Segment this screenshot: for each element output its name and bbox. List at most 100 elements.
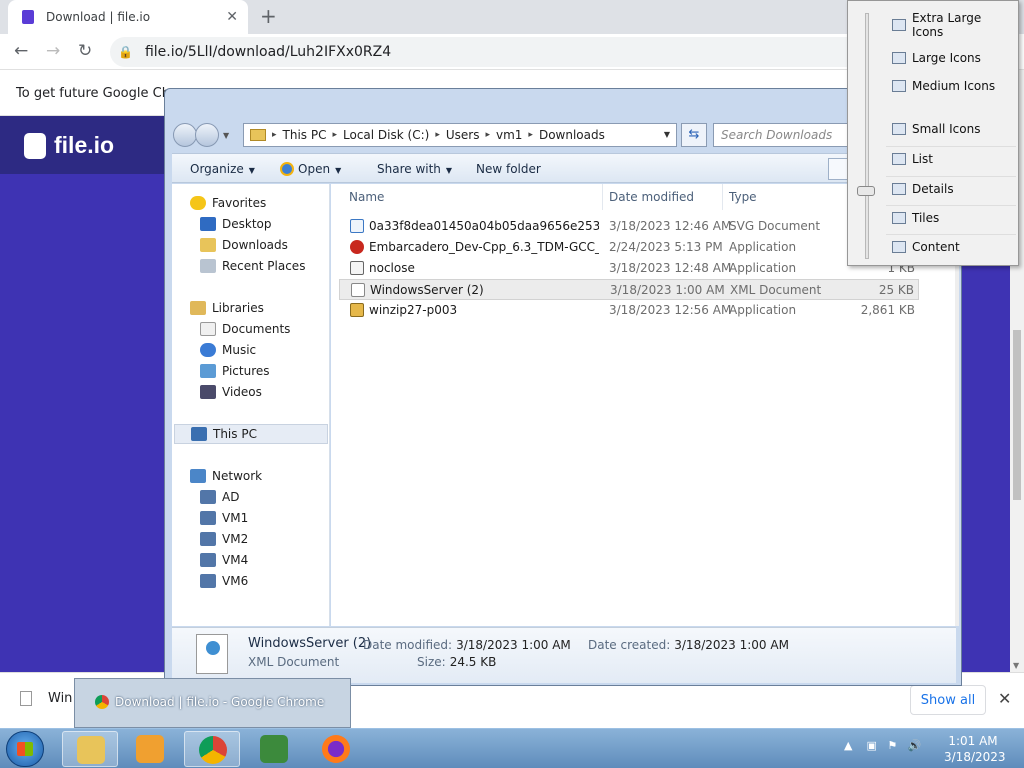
nav-downloads[interactable]: Downloads: [200, 238, 288, 252]
menu-extra-large-icons[interactable]: Extra Large Icons: [892, 11, 1016, 39]
taskbar-media-player[interactable]: [122, 731, 178, 767]
back-arrow-icon[interactable]: ←: [14, 41, 28, 61]
breadcrumb-vm1[interactable]: vm1: [496, 128, 522, 142]
taskbar-csharp-app[interactable]: [246, 731, 302, 767]
nav-pictures[interactable]: Pictures: [200, 364, 270, 378]
file-row[interactable]: noclose 3/18/2023 12:48 AM Application 1…: [339, 258, 919, 279]
menu-divider: [886, 234, 1016, 235]
back-forward-buttons: ▼: [173, 123, 229, 147]
details-label: Date modified:: [363, 638, 453, 652]
breadcrumb-users[interactable]: Users: [446, 128, 480, 142]
chevron-down-icon: ▼: [248, 166, 255, 175]
file-size: 2,861 KB: [860, 303, 915, 317]
menu-details[interactable]: Details: [892, 182, 1016, 196]
column-type-header[interactable]: Type: [723, 184, 863, 210]
start-button[interactable]: [6, 731, 44, 767]
nav-network-vm1[interactable]: VM1: [200, 511, 248, 525]
fileio-logo[interactable]: file.io: [24, 132, 114, 159]
show-hidden-icons-icon[interactable]: ▲: [844, 739, 852, 752]
nav-network-ad[interactable]: AD: [200, 490, 239, 504]
scrollbar-thumb[interactable]: [1013, 330, 1021, 500]
medium-icons-icon: [892, 80, 906, 92]
volume-icon[interactable]: 🔊: [908, 739, 922, 752]
chevron-right-icon[interactable]: ▸: [435, 130, 440, 140]
back-button[interactable]: [173, 123, 197, 147]
forward-button[interactable]: [195, 123, 219, 147]
nav-desktop[interactable]: Desktop: [200, 217, 272, 231]
address-dropdown-icon[interactable]: ▼: [664, 130, 670, 139]
nav-documents[interactable]: Documents: [200, 322, 290, 336]
taskbar-clock[interactable]: 1:01 AM 3/18/2023: [944, 733, 1006, 765]
content-view-icon: [892, 241, 906, 253]
taskbar-thumbnail-preview[interactable]: Download | file.io - Google Chrome: [74, 678, 351, 728]
view-size-slider[interactable]: [865, 13, 869, 259]
nav-recent-places[interactable]: Recent Places: [200, 259, 305, 273]
organize-button[interactable]: Organize ▼: [190, 162, 255, 176]
explorer-breadcrumb[interactable]: ▸ This PC ▸ Local Disk (C:) ▸ Users ▸ vm…: [243, 123, 677, 147]
computer-icon: [200, 490, 216, 504]
menu-label: Details: [912, 182, 954, 196]
chevron-right-icon[interactable]: ▸: [272, 130, 277, 140]
open-button[interactable]: Open ▼: [280, 162, 341, 176]
file-type: Application: [729, 303, 797, 317]
nav-label: VM6: [222, 574, 249, 588]
globe-icon: [206, 641, 220, 655]
menu-large-icons[interactable]: Large Icons: [892, 51, 1016, 65]
chevron-right-icon[interactable]: ▸: [528, 130, 533, 140]
nav-libraries[interactable]: Libraries: [190, 301, 264, 315]
nav-label: Recent Places: [222, 259, 306, 273]
taskbar-chrome[interactable]: [184, 731, 240, 767]
nav-network-vm6[interactable]: VM6: [200, 574, 248, 588]
file-name: noclose: [369, 261, 415, 275]
show-all-button[interactable]: Show all: [910, 685, 986, 715]
recent-pages-dropdown-icon[interactable]: ▼: [223, 131, 229, 147]
refresh-button[interactable]: ⇆: [681, 123, 707, 147]
column-date-header[interactable]: Date modified: [603, 184, 723, 210]
nav-favorites[interactable]: Favorites: [190, 196, 266, 210]
chevron-right-icon[interactable]: ▸: [332, 130, 337, 140]
open-label: Open: [298, 162, 331, 176]
menu-content[interactable]: Content: [892, 240, 1016, 254]
taskbar-explorer[interactable]: [62, 731, 118, 767]
menu-list[interactable]: List: [892, 152, 1016, 166]
breadcrumb-local-disk[interactable]: Local Disk (C:): [343, 128, 429, 142]
file-row-selected[interactable]: WindowsServer (2) 3/18/2023 1:00 AM XML …: [339, 279, 919, 300]
chevron-down-icon: ▼: [445, 166, 453, 175]
taskbar-firefox[interactable]: [308, 731, 364, 767]
nav-network[interactable]: Network: [190, 469, 262, 483]
menu-medium-icons[interactable]: Medium Icons: [892, 79, 1016, 93]
nav-videos[interactable]: Videos: [200, 385, 262, 399]
file-row[interactable]: 0a33f8dea01450a04b05daa9656e2532 3/18/20…: [339, 216, 919, 237]
reload-icon[interactable]: ↻: [78, 41, 92, 61]
organize-label: Organize: [190, 162, 244, 176]
network-tray-icon[interactable]: ▣: [866, 739, 876, 752]
column-name-header[interactable]: Name: [343, 184, 603, 210]
nav-network-vm4[interactable]: VM4: [200, 553, 248, 567]
chevron-right-icon[interactable]: ▸: [485, 130, 490, 140]
file-date: 3/18/2023 12:56 AM: [609, 303, 732, 317]
view-slider-thumb[interactable]: [857, 186, 875, 196]
download-item[interactable]: Win: [20, 691, 72, 706]
breadcrumb-this-pc[interactable]: This PC: [283, 128, 327, 142]
share-with-button[interactable]: Share with ▼: [377, 162, 452, 176]
nav-label: Pictures: [222, 364, 270, 378]
nav-label: Downloads: [222, 238, 288, 252]
menu-tiles[interactable]: Tiles: [892, 211, 1016, 225]
menu-small-icons[interactable]: Small Icons: [892, 122, 1016, 136]
svg-document-icon: [350, 219, 364, 233]
breadcrumb-downloads[interactable]: Downloads: [539, 128, 605, 142]
nav-this-pc[interactable]: This PC: [174, 424, 328, 444]
close-download-bar-icon[interactable]: ✕: [998, 689, 1011, 708]
scroll-down-icon[interactable]: ▼: [1013, 661, 1019, 670]
explorer-titlebar[interactable]: [165, 89, 961, 119]
new-folder-button[interactable]: New folder: [476, 162, 541, 176]
action-center-icon[interactable]: ⚑: [887, 739, 897, 752]
new-tab-icon[interactable]: +: [260, 4, 277, 28]
file-row[interactable]: Embarcadero_Dev-Cpp_6.3_TDM-GCC_9.... 2/…: [339, 237, 919, 258]
browser-tab[interactable]: Download | file.io ✕: [8, 0, 248, 34]
forward-arrow-icon[interactable]: →: [46, 41, 60, 61]
close-tab-icon[interactable]: ✕: [226, 9, 238, 25]
nav-network-vm2[interactable]: VM2: [200, 532, 248, 546]
file-row[interactable]: winzip27-p003 3/18/2023 12:56 AM Applica…: [339, 300, 919, 321]
nav-music[interactable]: Music: [200, 343, 256, 357]
